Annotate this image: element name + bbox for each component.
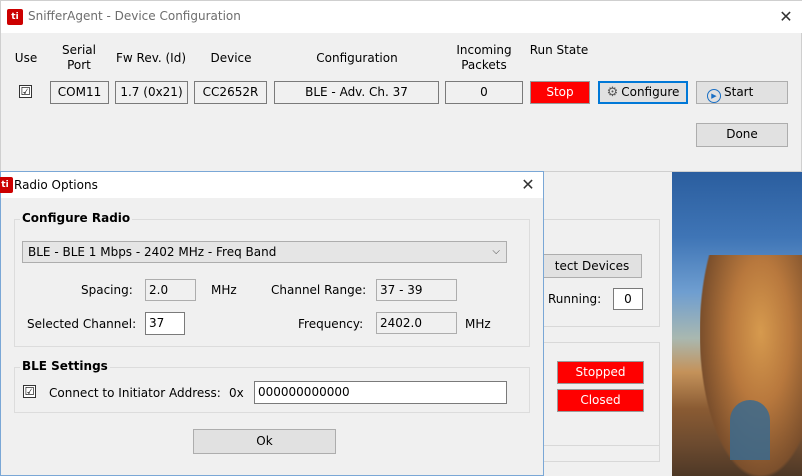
play-icon: ▶ [707,89,721,103]
ble-settings-title: BLE Settings [20,359,110,373]
run-state-stop[interactable]: Stop [530,81,590,104]
hex-prefix: 0x [229,386,244,400]
configure-radio-title: Configure Radio [20,211,133,225]
dialog-title: Radio Options [14,178,98,192]
running-label: Running: [548,292,602,306]
dialog-titlebar: ti Radio Options ✕ [0,172,543,198]
divider [542,445,660,446]
running-count: 0 [613,288,643,310]
header-run-state: Run State [529,43,589,57]
frequency-label: Frequency: [298,317,364,331]
radio-options-dialog: ti Radio Options ✕ Configure Radio BLE -… [0,171,544,476]
header-use: Use [14,51,38,65]
selected-channel-input[interactable]: 37 [145,312,185,335]
frequency-field: 2402.0 [376,312,457,334]
header-serial-port: Serial Port [62,43,96,72]
channel-range-label: Channel Range: [271,283,367,297]
spacing-field: 2.0 [145,279,196,301]
start-button[interactable]: ▶ Start [696,81,788,104]
device-field: CC2652R [194,81,267,104]
selected-channel-label: Selected Channel: [27,317,137,331]
underlying-panel: tect Devices Running: 0 Stopped Closed [542,172,672,476]
ti-app-icon: ti [0,177,13,193]
use-checkbox[interactable]: ☑ [19,85,32,98]
configuration-field: BLE - Adv. Ch. 37 [274,81,439,104]
configure-button[interactable]: ⚙ Configure [598,81,688,104]
main-titlebar: ti SnifferAgent - Device Configuration ✕ [1,1,802,33]
ok-button[interactable]: Ok [193,429,336,454]
status-closed: Closed [557,389,644,412]
channel-range-field: 37 - 39 [376,279,457,301]
header-fw-rev: Fw Rev. (Id) [115,51,187,65]
initiator-address-input[interactable]: 000000000000 [254,381,507,404]
main-window: ti SnifferAgent - Device Configuration ✕… [0,0,802,172]
header-configuration: Configuration [316,51,398,65]
start-label: Start [724,85,754,99]
main-window-title: SnifferAgent - Device Configuration [28,9,241,23]
configure-label: Configure [621,85,680,99]
detect-devices-button[interactable]: tect Devices [542,254,642,278]
gear-icon: ⚙ [606,85,619,100]
done-button[interactable]: Done [696,123,788,147]
ti-app-icon: ti [7,9,23,25]
freq-band-value: BLE - BLE 1 Mbps - 2402 MHz - Freq Band [28,245,277,259]
spacing-label: Spacing: [81,283,133,297]
serial-port-field: COM11 [50,81,109,104]
chevron-down-icon: ⌵ [492,246,500,257]
fw-rev-field: 1.7 (0x21) [115,81,188,104]
connect-label: Connect to Initiator Address: [49,386,221,400]
frequency-unit: MHz [465,317,491,331]
header-incoming-packets: Incoming Packets [456,43,512,72]
background-arch [730,400,770,460]
close-icon[interactable]: ✕ [517,175,539,195]
incoming-packets-field: 0 [445,81,523,104]
spacing-unit: MHz [211,283,237,297]
status-stopped: Stopped [557,361,644,384]
connect-checkbox[interactable]: ☑ [23,385,36,398]
header-device: Device [210,51,252,65]
freq-band-select[interactable]: BLE - BLE 1 Mbps - 2402 MHz - Freq Band … [22,241,507,263]
close-icon[interactable]: ✕ [773,7,799,27]
